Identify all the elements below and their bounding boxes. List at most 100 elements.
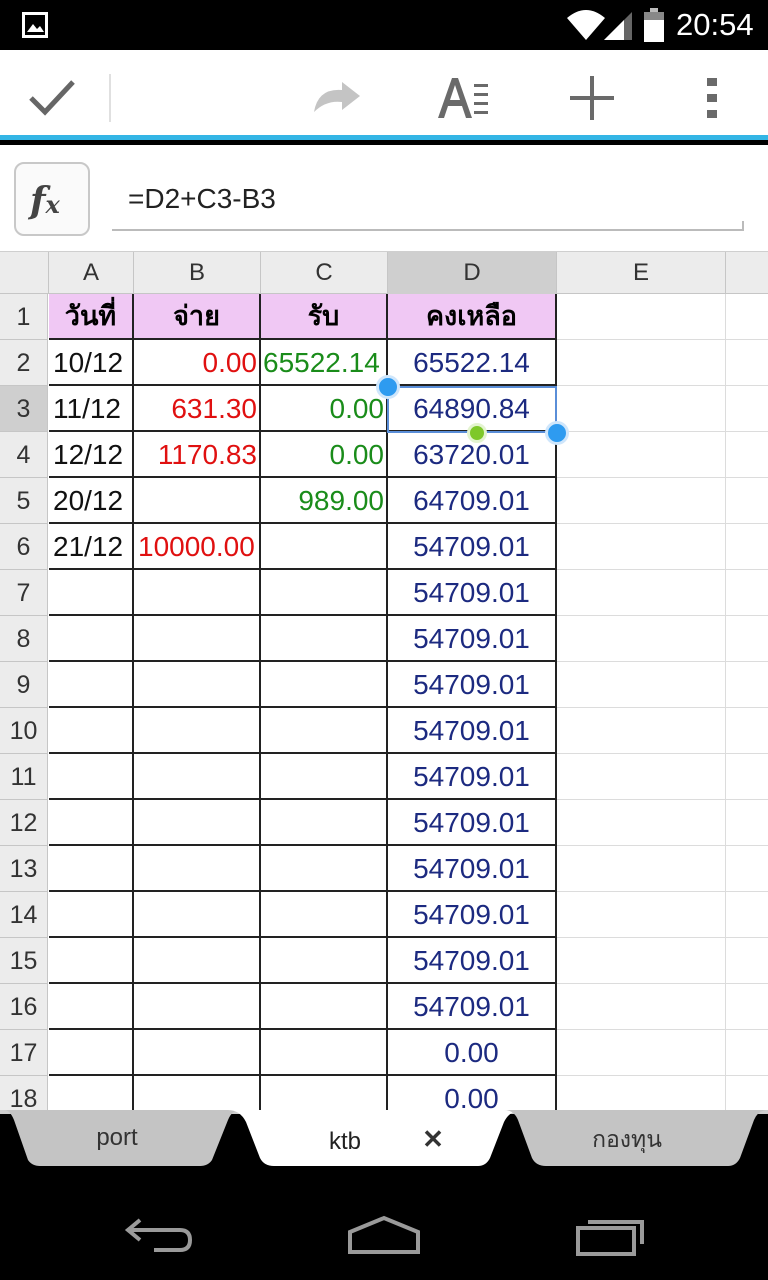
cell-a7[interactable]: [49, 570, 134, 616]
cell-a2[interactable]: 10/12: [49, 340, 134, 386]
cell-a13[interactable]: [49, 846, 134, 892]
row-header[interactable]: 3: [0, 386, 48, 432]
text-format-icon[interactable]: [436, 74, 492, 122]
cell-a12[interactable]: [49, 800, 134, 846]
cell-e3[interactable]: [557, 386, 726, 432]
formula-input[interactable]: =D2+C3-B3: [128, 183, 276, 215]
cell-b12[interactable]: [134, 800, 261, 846]
cell-a18[interactable]: [49, 1076, 134, 1111]
cell-c16[interactable]: [261, 984, 388, 1030]
header-cell-d[interactable]: คงเหลือ: [388, 294, 557, 340]
cell-d10[interactable]: 54709.01: [388, 708, 557, 754]
cell-f17[interactable]: [726, 1030, 768, 1076]
selection-handle-bottom-right[interactable]: [545, 421, 569, 445]
cell-f14[interactable]: [726, 892, 768, 938]
recents-icon[interactable]: [574, 1214, 646, 1258]
cell-b16[interactable]: [134, 984, 261, 1030]
cell-b5[interactable]: [134, 478, 261, 524]
cell-c18[interactable]: [261, 1076, 388, 1111]
cell-b6[interactable]: 10000.00: [134, 524, 261, 570]
cell-f2[interactable]: [726, 340, 768, 386]
cell-d18[interactable]: 0.00: [388, 1076, 557, 1111]
cell-c7[interactable]: [261, 570, 388, 616]
cell-b3[interactable]: 631.30: [134, 386, 261, 432]
cell-c12[interactable]: [261, 800, 388, 846]
cell-e7[interactable]: [557, 570, 726, 616]
cell-a14[interactable]: [49, 892, 134, 938]
cell-e13[interactable]: [557, 846, 726, 892]
cell-d5[interactable]: 64709.01: [388, 478, 557, 524]
cell-b18[interactable]: [134, 1076, 261, 1111]
cell-c10[interactable]: [261, 708, 388, 754]
row-header[interactable]: 11: [0, 754, 48, 800]
row-header[interactable]: 2: [0, 340, 48, 386]
cell-a17[interactable]: [49, 1030, 134, 1076]
cell-b4[interactable]: 1170.83: [134, 432, 261, 478]
sheet-tab-port[interactable]: port: [40, 1124, 194, 1180]
selection-handle-top-left[interactable]: [376, 375, 400, 399]
cell-e16[interactable]: [557, 984, 726, 1030]
cell-b13[interactable]: [134, 846, 261, 892]
cell-c11[interactable]: [261, 754, 388, 800]
cell-e9[interactable]: [557, 662, 726, 708]
cell-d17[interactable]: 0.00: [388, 1030, 557, 1076]
cell-f8[interactable]: [726, 616, 768, 662]
cell-d8[interactable]: 54709.01: [388, 616, 557, 662]
cell-b11[interactable]: [134, 754, 261, 800]
cell-f12[interactable]: [726, 800, 768, 846]
cell-e2[interactable]: [557, 340, 726, 386]
row-header[interactable]: 6: [0, 524, 48, 570]
cell-a6[interactable]: 21/12: [49, 524, 134, 570]
cell-d2[interactable]: 65522.14: [388, 340, 557, 386]
cell-c17[interactable]: [261, 1030, 388, 1076]
check-icon[interactable]: [28, 78, 76, 118]
fill-handle[interactable]: [467, 423, 487, 443]
cell-f4[interactable]: [726, 432, 768, 478]
row-header[interactable]: 5: [0, 478, 48, 524]
redo-icon[interactable]: [308, 80, 364, 116]
row-header[interactable]: 7: [0, 570, 48, 616]
cell-e6[interactable]: [557, 524, 726, 570]
corner-cell[interactable]: [0, 252, 49, 294]
row-header[interactable]: 12: [0, 800, 48, 846]
cell-d15[interactable]: 54709.01: [388, 938, 557, 984]
back-icon[interactable]: [124, 1216, 196, 1256]
cell-f10[interactable]: [726, 708, 768, 754]
row-header[interactable]: 16: [0, 984, 48, 1030]
spreadsheet-grid[interactable]: A B C D E 1 วันที่ จ่าย รับ คงเหลือ 2 10/12 0.0…: [0, 251, 768, 1111]
column-header-f[interactable]: [726, 252, 768, 294]
close-tab-icon[interactable]: ✕: [418, 1124, 448, 1180]
cell-e10[interactable]: [557, 708, 726, 754]
row-header[interactable]: 17: [0, 1030, 48, 1076]
cell-c2[interactable]: 65522.14: [261, 340, 388, 386]
cell-d16[interactable]: 54709.01: [388, 984, 557, 1030]
row-header[interactable]: 1: [0, 294, 48, 340]
row-header[interactable]: 8: [0, 616, 48, 662]
cell-a15[interactable]: [49, 938, 134, 984]
cell-b17[interactable]: [134, 1030, 261, 1076]
row-header[interactable]: 15: [0, 938, 48, 984]
cell-e11[interactable]: [557, 754, 726, 800]
sheet-tab-fund[interactable]: กองทุน: [552, 1122, 702, 1178]
cell-b8[interactable]: [134, 616, 261, 662]
cell-a4[interactable]: 12/12: [49, 432, 134, 478]
cell-d12[interactable]: 54709.01: [388, 800, 557, 846]
cell-b10[interactable]: [134, 708, 261, 754]
cell-e14[interactable]: [557, 892, 726, 938]
cell-f15[interactable]: [726, 938, 768, 984]
more-icon[interactable]: [705, 76, 719, 120]
column-header-e[interactable]: E: [557, 252, 726, 294]
row-header[interactable]: 4: [0, 432, 48, 478]
cell-e[interactable]: [557, 294, 726, 340]
cell-b14[interactable]: [134, 892, 261, 938]
row-header[interactable]: 18: [0, 1076, 48, 1111]
cell-d11[interactable]: 54709.01: [388, 754, 557, 800]
cell-f9[interactable]: [726, 662, 768, 708]
cell-c8[interactable]: [261, 616, 388, 662]
cell-d7[interactable]: 54709.01: [388, 570, 557, 616]
cell-e4[interactable]: [557, 432, 726, 478]
column-header-a[interactable]: A: [49, 252, 134, 294]
cell-c14[interactable]: [261, 892, 388, 938]
cell-c15[interactable]: [261, 938, 388, 984]
cell-e12[interactable]: [557, 800, 726, 846]
